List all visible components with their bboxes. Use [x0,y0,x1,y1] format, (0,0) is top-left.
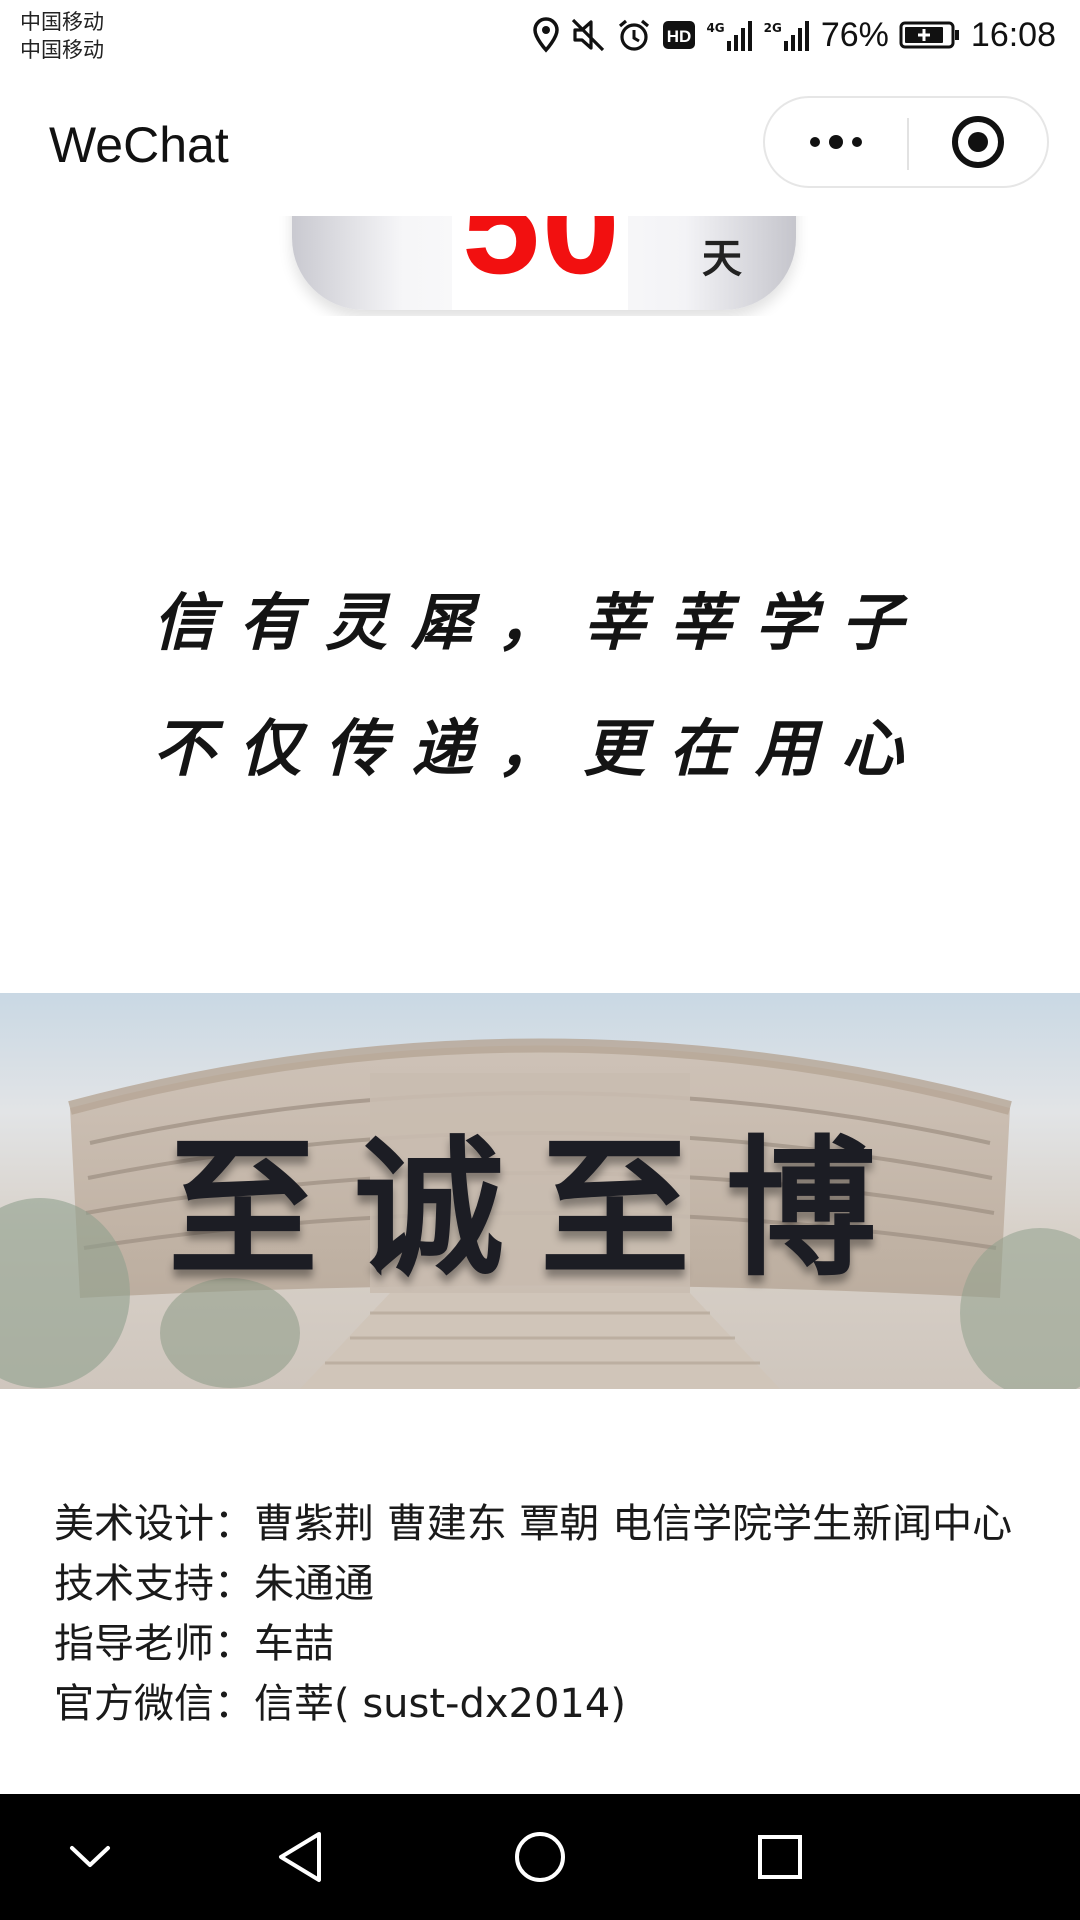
more-button[interactable] [765,98,907,186]
battery-icon [899,20,961,50]
collapse-icon [70,1846,110,1867]
sim2-network-label: 2G [763,21,782,35]
close-miniprogram-icon [952,116,1004,168]
credit-row-tech-support: 技术支持：朱通通 [54,1554,1024,1614]
recents-icon [758,1835,802,1879]
credit-value: 曹紫荆 曹建东 覃朝 电信学院学生新闻中心 [254,1501,1013,1547]
location-icon [532,17,560,53]
alarm-icon [616,17,652,53]
slogan-line-2: 不仅传递，更在用心 [152,712,927,785]
credit-value: 朱通通 [254,1561,374,1607]
signal-sim1: 4G [706,19,753,51]
back-button[interactable] [240,1794,360,1920]
home-icon [515,1832,565,1882]
status-icons: HD 4G 2G 76% 16:08 [532,12,1056,58]
home-button[interactable] [480,1794,600,1920]
credit-value: 信莘( sust-dx2014) [254,1681,626,1727]
carrier-2: 中国移动 [20,38,104,62]
banner-motto: 至诚至博 [167,1121,912,1297]
credit-row-advisor: 指导老师：车喆 [54,1614,1024,1674]
credit-label: 指导老师： [54,1621,254,1667]
carrier-1: 中国移动 [20,10,104,34]
countdown-unit: 天 [702,235,742,282]
collapse-button[interactable] [30,1794,150,1920]
countdown-number: 50 [462,216,622,303]
recents-button[interactable] [720,1794,840,1920]
back-icon [279,1832,321,1882]
countdown-card: 50 天 [272,216,808,316]
signal-sim2: 2G [764,19,811,51]
credit-label: 美术设计： [54,1501,254,1547]
hd-icon: HD [662,20,696,50]
campus-banner: 至诚至博 [0,993,1080,1389]
close-miniprogram-button[interactable] [909,98,1047,186]
credit-row-art-design: 美术设计：曹紫荆 曹建东 覃朝 电信学院学生新闻中心 [54,1494,1024,1554]
more-icon [810,135,862,149]
system-nav-bar [0,1794,1080,1920]
credit-label: 技术支持： [54,1561,254,1607]
slogan-line-1: 信有灵犀，莘莘学子 [152,586,927,659]
signal-icon [783,21,809,51]
credit-value: 车喆 [254,1621,334,1667]
credit-row-official-wechat: 官方微信：信莘( sust-dx2014) [54,1674,1024,1734]
mute-icon [570,17,606,53]
carrier-labels: 中国移动 中国移动 [20,8,104,64]
hd-label: HD [667,27,692,46]
page-title: WeChat [49,117,229,173]
miniprogram-capsule [763,96,1049,188]
calligraphy-slogan: 信有灵犀，莘莘学子 不仅传递，更在用心 [0,560,1080,812]
signal-icon [726,21,752,51]
credits-section: 美术设计：曹紫荆 曹建东 覃朝 电信学院学生新闻中心 技术支持：朱通通 指导老师… [54,1494,1024,1734]
status-bar: 中国移动 中国移动 HD 4G 2G 76% 16:08 [0,0,1080,72]
clock: 16:08 [970,15,1056,54]
app-header: WeChat [0,72,1080,216]
sim1-network-label: 4G [706,21,725,35]
credit-label: 官方微信： [54,1681,254,1727]
battery-percent: 76% [820,15,889,54]
